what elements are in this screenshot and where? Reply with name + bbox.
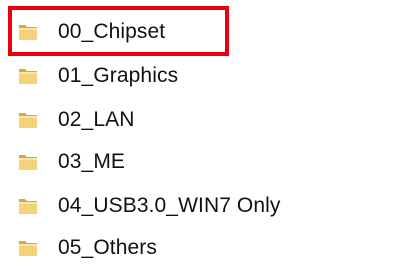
folder-icon (16, 108, 40, 132)
folder-icon (16, 236, 40, 260)
folder-list: 00_Chipset 01_Graphics 02_LAN 03_ME 04_U… (0, 0, 393, 273)
folder-icon (16, 194, 40, 218)
folder-label: 03_ME (58, 150, 126, 173)
folder-item-others[interactable]: 05_Others (16, 233, 157, 263)
folder-item-lan[interactable]: 02_LAN (16, 105, 135, 135)
folder-item-me[interactable]: 03_ME (16, 147, 125, 177)
folder-label: 01_Graphics (58, 64, 179, 87)
folder-icon (16, 20, 40, 44)
folder-item-graphics[interactable]: 01_Graphics (16, 61, 178, 91)
folder-item-usb3[interactable]: 04_USB3.0_WIN7 Only (16, 191, 281, 221)
folder-icon (16, 64, 40, 88)
folder-icon (16, 150, 40, 174)
folder-label: 04_USB3.0_WIN7 Only (58, 194, 281, 217)
folder-label: 02_LAN (58, 108, 135, 131)
folder-label: 00_Chipset (58, 20, 166, 43)
folder-label: 05_Others (58, 236, 157, 259)
folder-item-chipset[interactable]: 00_Chipset (16, 17, 165, 47)
